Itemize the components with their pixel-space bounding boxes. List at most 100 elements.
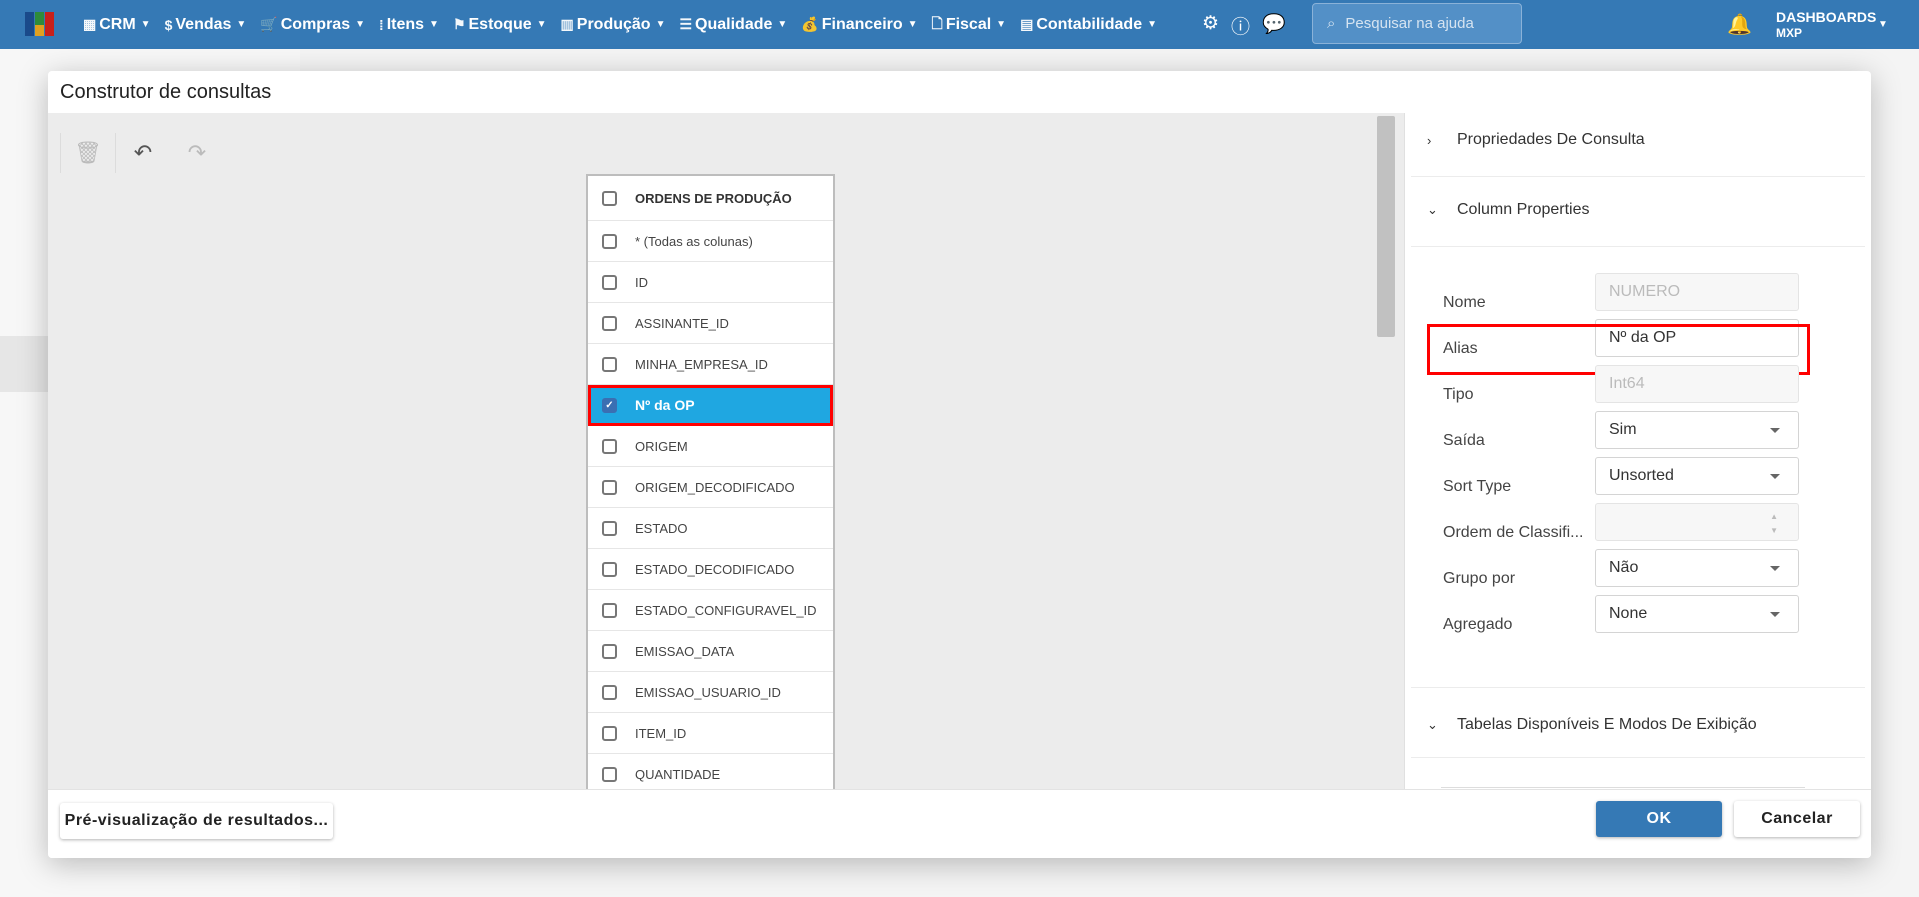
chevron-down-icon: ▼ bbox=[777, 19, 788, 30]
user-menu[interactable]: DASHBOARDS MXP ▼ bbox=[1776, 9, 1888, 41]
column-checkbox[interactable] bbox=[602, 356, 617, 372]
preview-results-button[interactable]: Pré-visualização de resultados... bbox=[60, 803, 333, 839]
menu-label: Qualidade bbox=[695, 15, 773, 33]
top-navbar: ▦ CRM ▼ $ Vendas ▼ 🛒 Compras ▼ ⁞ Itens ▼ ⚑ Estoque ▼ ▥ P… bbox=[0, 0, 1919, 49]
chevron-down-icon: ▼ bbox=[355, 19, 366, 30]
column-checkbox[interactable] bbox=[602, 766, 617, 782]
tipo-field: Int64 bbox=[1595, 365, 1799, 403]
column-row[interactable]: ESTADO_CONFIGURAVEL_ID bbox=[588, 590, 833, 631]
aggregate-label: Agregado bbox=[1443, 616, 1513, 633]
search-icon: ⌕ bbox=[1327, 15, 1336, 32]
aggregate-value: None bbox=[1609, 605, 1648, 622]
dropdown-arrow-icon bbox=[1770, 474, 1780, 484]
chat-icon[interactable]: 💬 bbox=[1262, 12, 1286, 39]
dropdown-arrow-icon bbox=[1770, 428, 1780, 438]
saida-label: Saída bbox=[1443, 432, 1485, 449]
sort-type-select[interactable]: Unsorted bbox=[1595, 457, 1799, 495]
tipo-value: Int64 bbox=[1609, 375, 1645, 392]
dialog-title: Construtor de consultas bbox=[60, 81, 272, 103]
column-checkbox[interactable] bbox=[602, 643, 617, 659]
delete-button[interactable]: 🗑 bbox=[61, 133, 115, 173]
chevron-down-icon: ▼ bbox=[996, 19, 1007, 30]
column-checkbox[interactable] bbox=[602, 561, 617, 577]
menu-financeiro[interactable]: 💰 Financeiro ▼ bbox=[801, 16, 917, 34]
column-checkbox[interactable] bbox=[602, 479, 617, 495]
menu-crm[interactable]: ▦ CRM ▼ bbox=[83, 16, 151, 34]
menu-itens[interactable]: ⁞ Itens ▼ bbox=[379, 16, 439, 34]
column-row[interactable]: ORIGEM_DECODIFICADO bbox=[588, 467, 833, 508]
column-row[interactable]: EMISSAO_USUARIO_ID bbox=[588, 672, 833, 713]
section-title: Tabelas Disponíveis E Modos De Exibição bbox=[1457, 716, 1757, 733]
column-name: Nº da OP bbox=[635, 397, 695, 413]
select-all-checkbox[interactable] bbox=[602, 190, 617, 206]
table-header[interactable]: ORDENS DE PRODUÇÃO bbox=[588, 176, 833, 221]
bell-icon[interactable]: 🔔 bbox=[1727, 12, 1752, 37]
section-column-properties[interactable]: ⌄ Column Properties bbox=[1427, 201, 1590, 219]
column-row[interactable]: MINHA_EMPRESA_ID bbox=[588, 344, 833, 385]
chevron-down-icon: ▼ bbox=[907, 19, 918, 30]
crm-icon: ▦ bbox=[83, 16, 97, 32]
column-row[interactable]: ID bbox=[588, 262, 833, 303]
cancel-button[interactable]: Cancelar bbox=[1734, 801, 1860, 837]
group-by-select[interactable]: Não bbox=[1595, 549, 1799, 587]
aggregate-select[interactable]: None bbox=[1595, 595, 1799, 633]
column-row[interactable]: ESTADO_DECODIFICADO bbox=[588, 549, 833, 590]
main-menu: ▦ CRM ▼ $ Vendas ▼ 🛒 Compras ▼ ⁞ Itens ▼ ⚑ Estoque ▼ ▥ P… bbox=[83, 0, 1157, 49]
section-available-tables[interactable]: ⌄ Tabelas Disponíveis E Modos De Exibição bbox=[1427, 716, 1757, 734]
chevron-down-icon: ▼ bbox=[536, 19, 547, 30]
checklist-icon: ☰ bbox=[679, 16, 693, 32]
column-row[interactable]: * (Todas as colunas) bbox=[588, 221, 833, 262]
column-checkbox[interactable] bbox=[602, 725, 617, 741]
undo-button[interactable]: ↶ bbox=[116, 133, 170, 173]
column-checkbox[interactable] bbox=[602, 315, 617, 331]
chevron-down-icon: ▼ bbox=[236, 19, 247, 30]
column-row[interactable]: ORIGEM bbox=[588, 426, 833, 467]
dropdown-arrow-icon bbox=[1770, 612, 1780, 622]
chevron-down-icon: ▼ bbox=[140, 19, 151, 30]
trash-icon: 🗑 bbox=[74, 140, 102, 165]
menu-estoque[interactable]: ⚑ Estoque ▼ bbox=[453, 16, 547, 34]
column-row[interactable]: EMISSAO_DATA bbox=[588, 631, 833, 672]
menu-compras[interactable]: 🛒 Compras ▼ bbox=[260, 16, 365, 34]
table-ordens-de-producao[interactable]: ORDENS DE PRODUÇÃO * (Todas as colunas) I… bbox=[586, 174, 835, 830]
menu-fiscal[interactable]: 🗋 Fiscal ▼ bbox=[932, 13, 1007, 37]
section-query-properties[interactable]: › Propriedades De Consulta bbox=[1427, 131, 1645, 149]
canvas-toolbar: 🗑 ↶ ↷ bbox=[60, 133, 224, 173]
saida-select[interactable]: Sim bbox=[1595, 411, 1799, 449]
tipo-label: Tipo bbox=[1443, 386, 1474, 403]
dollar-icon: $ bbox=[164, 16, 173, 33]
column-checkbox[interactable] bbox=[602, 233, 617, 249]
column-name: ESTADO_DECODIFICADO bbox=[635, 561, 795, 577]
column-row[interactable]: ✓ Nº da OP bbox=[588, 385, 833, 426]
section-title: Propriedades De Consulta bbox=[1457, 131, 1645, 148]
column-row[interactable]: ESTADO bbox=[588, 508, 833, 549]
column-checkbox[interactable] bbox=[602, 438, 617, 454]
chevron-down-icon: ▼ bbox=[429, 19, 439, 30]
menu-produção[interactable]: ▥ Produção ▼ bbox=[561, 16, 666, 34]
column-checkbox[interactable] bbox=[602, 520, 617, 536]
menu-qualidade[interactable]: ☰ Qualidade ▼ bbox=[679, 16, 787, 34]
gear-icon[interactable]: ⚙ bbox=[1202, 12, 1219, 39]
column-checkbox[interactable]: ✓ bbox=[602, 397, 617, 413]
menu-label: CRM bbox=[99, 15, 136, 33]
column-checkbox[interactable] bbox=[602, 602, 617, 618]
help-search-input[interactable]: ⌕ Pesquisar na ajuda bbox=[1312, 3, 1522, 44]
help-icon[interactable]: ⓘ bbox=[1231, 12, 1250, 39]
vertical-scrollbar[interactable] bbox=[1377, 116, 1395, 337]
query-canvas[interactable]: 🗑 ↶ ↷ ORDENS DE PRODUÇÃO * (Todas as col… bbox=[48, 113, 1404, 830]
column-row[interactable]: ITEM_ID bbox=[588, 713, 833, 754]
app-logo[interactable] bbox=[25, 12, 54, 36]
document-icon: 🗋 bbox=[931, 14, 943, 31]
chevron-down-icon: ⌄ bbox=[1427, 202, 1438, 217]
ok-button[interactable]: OK bbox=[1596, 801, 1722, 837]
sort-type-value: Unsorted bbox=[1609, 467, 1674, 484]
search-placeholder: Pesquisar na ajuda bbox=[1345, 15, 1474, 32]
menu-label: Financeiro bbox=[821, 15, 903, 33]
column-row[interactable]: ASSINANTE_ID bbox=[588, 303, 833, 344]
nome-field: NUMERO bbox=[1595, 273, 1799, 311]
column-checkbox[interactable] bbox=[602, 684, 617, 700]
menu-contabilidade[interactable]: ▤ Contabilidade ▼ bbox=[1020, 16, 1157, 34]
redo-button[interactable]: ↷ bbox=[170, 133, 224, 173]
menu-vendas[interactable]: $ Vendas ▼ bbox=[165, 16, 247, 34]
column-checkbox[interactable] bbox=[602, 274, 617, 290]
